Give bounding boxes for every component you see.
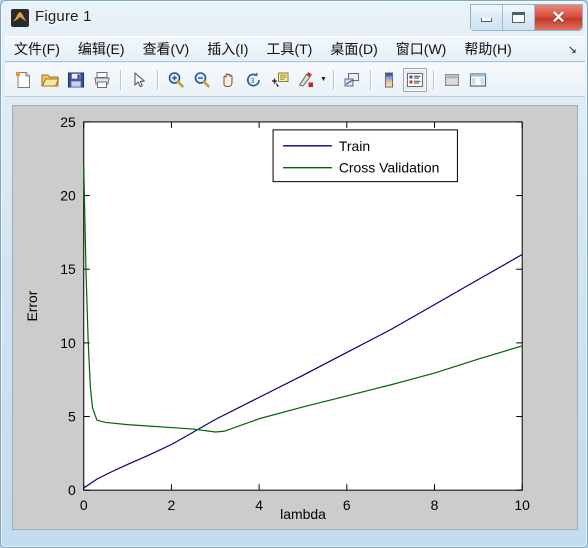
legend-icon[interactable] [403,67,427,92]
matlab-figure-icon [11,9,29,27]
x-tick-8: 8 [431,497,439,513]
y-tick-10: 10 [60,335,76,351]
close-button[interactable]: ✕ [535,5,582,30]
colorbar-icon[interactable] [377,68,401,92]
maximize-button[interactable] [503,5,535,30]
print-figure-icon[interactable] [90,68,114,92]
window-title: Figure 1 [35,8,92,25]
x-tick-2: 2 [168,497,176,513]
zoom-in-icon[interactable] [164,68,188,92]
y-tick-25: 25 [60,114,76,130]
menu-desktop[interactable]: 桌面(D) [321,37,386,61]
close-icon: ✕ [551,8,566,27]
toolbar-separator [433,69,434,90]
menu-bar: 文件(F) 编辑(E) 查看(V) 插入(I) 工具(T) 桌面(D) 窗口(W… [5,36,585,62]
pan-hand-icon[interactable] [216,68,240,92]
y-tick-20: 20 [60,188,76,204]
maximize-icon [512,12,525,23]
menu-view[interactable]: 查看(V) [134,37,199,61]
x-tick-4: 4 [255,497,263,513]
plot-legend[interactable]: Train Cross Validation [272,129,458,183]
figure-canvas[interactable]: 0 2 4 6 8 10 0 5 10 15 20 25 lambda Error Train Cr… [12,105,578,530]
y-tick-0: 0 [68,482,76,498]
show-plot-tools-icon[interactable] [466,68,490,92]
legend-label-cross-validation: Cross Validation [339,160,440,176]
menu-edit[interactable]: 编辑(E) [69,37,134,61]
rotate-3d-icon[interactable]: 3 [242,68,266,92]
edit-plot-arrow-icon[interactable] [127,68,151,92]
toolbar: 3 ▼ [5,63,585,97]
legend-label-train: Train [339,138,370,154]
link-plot-icon[interactable] [340,68,364,92]
x-tick-0: 0 [80,497,88,513]
menu-insert[interactable]: 插入(I) [198,37,257,61]
y-tick-5: 5 [68,409,76,425]
data-cursor-icon[interactable] [268,68,292,92]
menu-help[interactable]: 帮助(H) [455,37,520,61]
plot-browser-icon[interactable] [440,68,464,92]
minimize-button[interactable] [471,5,503,30]
new-figure-icon[interactable] [12,68,36,92]
brush-icon[interactable] [294,68,318,92]
y-tick-15: 15 [60,261,76,277]
menu-window[interactable]: 窗口(W) [387,37,456,61]
toolbar-separator [370,69,371,90]
y-axis-tick-labels: 0 5 10 15 20 25 [60,114,76,498]
save-figure-icon[interactable] [64,68,88,92]
figure-window: Figure 1 ✕ 文件(F) 编辑(E) 查看(V) 插入(I) 工具(T)… [0,0,588,548]
error-vs-lambda-plot: 0 2 4 6 8 10 0 5 10 15 20 25 lambda Error Train Cr… [24,114,530,522]
window-controls: ✕ [470,4,583,31]
open-file-icon[interactable] [38,68,62,92]
menu-tools[interactable]: 工具(T) [257,37,321,61]
toolbar-separator [157,69,158,90]
menu-overflow-icon[interactable]: ↘ [568,43,577,56]
x-axis-label: lambda [280,506,326,522]
zoom-out-icon[interactable] [190,68,214,92]
menu-file[interactable]: 文件(F) [5,37,69,61]
x-tick-10: 10 [514,497,530,513]
svg-text:3: 3 [251,78,255,85]
x-tick-6: 6 [343,497,351,513]
y-axis-label: Error [24,290,40,321]
toolbar-separator [333,69,334,90]
title-bar[interactable]: Figure 1 ✕ [1,1,588,35]
brush-dropdown-caret-icon[interactable]: ▼ [319,68,328,92]
minimize-icon [481,18,492,22]
toolbar-separator [120,69,121,90]
